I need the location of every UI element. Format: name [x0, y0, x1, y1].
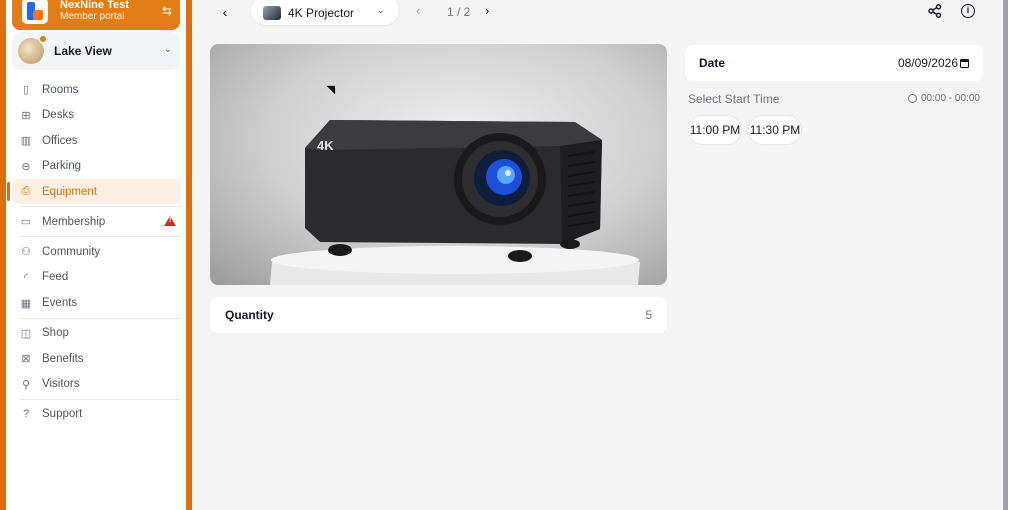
warning-icon	[164, 216, 176, 227]
quantity-value: 5	[645, 308, 652, 322]
card-icon: ▭	[20, 216, 32, 229]
selected-item-label: 4K Projector	[288, 6, 355, 20]
clock-icon	[908, 94, 917, 103]
item-thumbnail	[263, 6, 281, 20]
location-selector[interactable]: Lake View ⌄	[12, 32, 180, 70]
sidebar-item-offices[interactable]: ▥ Offices	[12, 128, 180, 153]
org-card[interactable]: NexNine Test Member portal ⇆	[12, 0, 180, 30]
date-label: Date	[699, 56, 726, 70]
sidebar-item-label: Events	[42, 297, 78, 310]
gift-icon: ⊠	[21, 353, 31, 366]
sidebar-item-label: Offices	[42, 134, 78, 147]
sidebar-item-equipment[interactable]: ⎙ Equipment	[7, 179, 180, 205]
sidebar-item-label: Feed	[42, 271, 69, 284]
grid-icon: ⊞	[21, 109, 31, 122]
time-range-text: 00:00 - 00:00	[921, 93, 980, 104]
printer-icon: ⎙	[21, 185, 31, 198]
calendar-icon: ▦	[20, 297, 32, 310]
date-value: 08/09/2026	[897, 56, 958, 70]
divider	[20, 236, 180, 238]
org-name: NexNine Test	[60, 0, 129, 11]
share-icon[interactable]	[928, 4, 942, 18]
pager-indicator: 1 / 2	[447, 5, 471, 19]
user-plus-icon: ⚲	[21, 378, 31, 391]
quantity-label: Quantity	[225, 308, 274, 322]
sidebar: NexNine Test Member portal ⇆ Lake View ⌄…	[6, 0, 186, 510]
sidebar-item-parking[interactable]: ⊖ Parking	[12, 154, 180, 179]
rss-icon: ◜	[23, 271, 29, 284]
start-time-title: Select Start Time	[688, 92, 780, 106]
sidebar-item-community[interactable]: ⚇ Community	[12, 239, 180, 264]
org-logo	[22, 0, 48, 24]
location-badge	[38, 34, 48, 44]
building-icon: ▥	[20, 135, 32, 148]
location-name: Lake View	[54, 44, 112, 58]
sidebar-item-benefits[interactable]: ⊠ Benefits	[12, 346, 180, 371]
sidebar-item-label: Visitors	[42, 378, 80, 391]
time-range: 00:00 - 00:00	[908, 93, 980, 104]
sidebar-item-membership[interactable]: ▭ Membership	[12, 209, 180, 234]
sidebar-item-shop[interactable]: ◫ Shop	[12, 321, 180, 346]
chevron-down-icon: ⌄	[376, 5, 385, 16]
equipment-selector[interactable]: 4K Projector ⌄	[250, 0, 400, 26]
quantity-row: Quantity 5	[210, 297, 667, 333]
scrollbar[interactable]	[1003, 0, 1008, 510]
sidebar-item-feed[interactable]: ◜ Feed	[12, 265, 180, 290]
location-avatar	[18, 34, 48, 64]
sidebar-item-label: Benefits	[42, 352, 84, 365]
shopping-bag-icon: ◫	[20, 327, 32, 340]
time-slot-button[interactable]: 11:30 PM	[748, 115, 802, 145]
sidebar-item-label: Desks	[42, 109, 74, 122]
door-icon: ▯	[22, 84, 30, 96]
date-input[interactable]: 08/09/2026	[898, 56, 969, 70]
sidebar-item-label: Community	[42, 245, 101, 258]
back-button[interactable]: ‹	[216, 3, 234, 21]
date-field[interactable]: Date 08/09/2026	[685, 45, 983, 81]
car-icon: ⊖	[21, 160, 31, 173]
help-circle-icon: ?	[22, 408, 30, 421]
users-icon: ⚇	[21, 246, 31, 259]
sidebar-item-label: Shop	[42, 327, 69, 340]
time-slot-button[interactable]: 11:00 PM	[688, 115, 742, 145]
chevron-left-icon: ‹	[222, 4, 228, 20]
sidebar-item-label: Membership	[42, 215, 106, 228]
sidebar-nav: ▯ Rooms ⊞ Desks ▥ Offices ⊖ Parking ⎙ Equipme…	[7, 77, 180, 427]
org-subtitle: Member portal	[60, 11, 125, 22]
sidebar-item-label: Support	[42, 408, 83, 421]
divider	[20, 206, 180, 208]
sidebar-item-support[interactable]: ? Support	[12, 402, 180, 427]
projector-photo: 4K	[270, 120, 640, 285]
calendar-icon[interactable]	[960, 58, 969, 68]
sidebar-item-visitors[interactable]: ⚲ Visitors	[12, 372, 180, 397]
sidebar-item-label: Rooms	[42, 83, 79, 96]
switch-icon[interactable]: ⇆	[162, 4, 172, 18]
sidebar-item-desks[interactable]: ⊞ Desks	[12, 103, 180, 128]
divider	[20, 398, 180, 400]
equipment-image: 4K	[210, 44, 667, 285]
image-badge-text: 4K	[317, 138, 334, 153]
info-icon[interactable]: i	[961, 4, 975, 18]
divider	[20, 317, 180, 319]
previous-item-button[interactable]: ‹	[416, 3, 420, 18]
next-item-button[interactable]: ›	[485, 3, 489, 18]
sidebar-item-events[interactable]: ▦ Events	[12, 291, 180, 316]
sidebar-item-rooms[interactable]: ▯ Rooms	[12, 77, 180, 102]
sidebar-item-label: Equipment	[42, 185, 97, 198]
chevron-down-icon: ⌄	[163, 44, 172, 55]
sidebar-item-label: Parking	[42, 160, 81, 173]
